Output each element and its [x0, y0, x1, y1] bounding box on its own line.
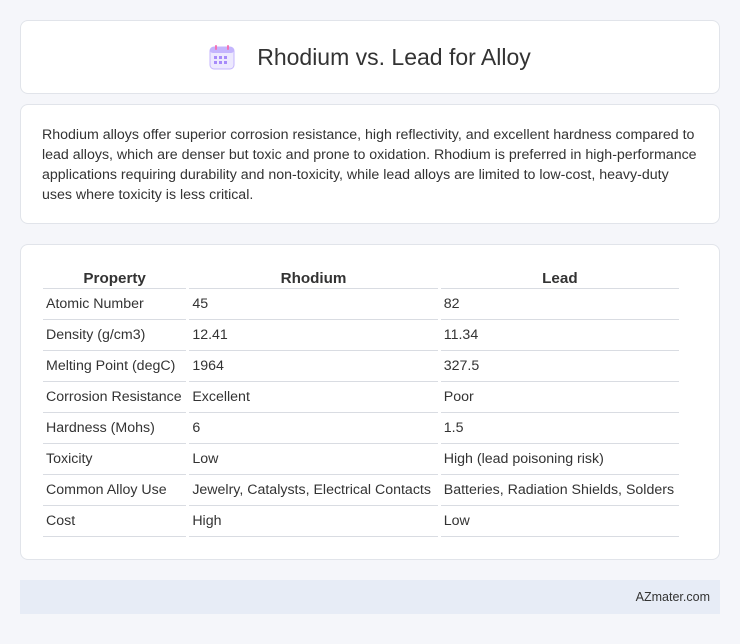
table-cell: Low — [440, 506, 679, 537]
header-property: Property — [43, 263, 187, 289]
summary-text: Rhodium alloys offer superior corrosion … — [42, 127, 697, 203]
table-row: Density (g/cm3) 12.41 11.34 — [43, 320, 679, 351]
table-cell: 6 — [189, 413, 438, 444]
table-header-row: Property Rhodium Lead — [43, 263, 679, 289]
table-cell: Melting Point (degC) — [43, 351, 187, 382]
table-cell: High — [189, 506, 438, 537]
table-cell: Hardness (Mohs) — [43, 413, 187, 444]
table-cell: Toxicity — [43, 444, 187, 475]
table-row: Cost High Low — [43, 506, 679, 537]
header-lead: Lead — [440, 263, 679, 289]
table-cell: Cost — [43, 506, 187, 537]
table-cell: Atomic Number — [43, 289, 187, 320]
table-row: Melting Point (degC) 1964 327.5 — [43, 351, 679, 382]
table-row: Common Alloy Use Jewelry, Catalysts, Ele… — [43, 475, 679, 506]
table-row: Corrosion Resistance Excellent Poor — [43, 382, 679, 413]
calendar-icon — [209, 44, 235, 70]
table-row: Atomic Number 45 82 — [43, 289, 679, 320]
table-cell: Poor — [440, 382, 679, 413]
table-cell: Low — [189, 444, 438, 475]
page-title: Rhodium vs. Lead for Alloy — [257, 43, 531, 70]
table-cell: 1.5 — [440, 413, 679, 444]
table-cell: 82 — [440, 289, 679, 320]
table-cell: 1964 — [189, 351, 438, 382]
table-cell: 45 — [189, 289, 438, 320]
comparison-table-card: Property Rhodium Lead Atomic Number 45 8… — [20, 244, 720, 560]
header-card: Rhodium vs. Lead for Alloy — [20, 20, 720, 94]
table-cell: 11.34 — [440, 320, 679, 351]
table-cell: Jewelry, Catalysts, Electrical Contacts — [189, 475, 438, 506]
header-rhodium: Rhodium — [189, 263, 438, 289]
footer-bar: AZmater.com — [20, 580, 720, 614]
table-row: Toxicity Low High (lead poisoning risk) — [43, 444, 679, 475]
table-cell: 12.41 — [189, 320, 438, 351]
footer-site-link[interactable]: AZmater.com — [636, 590, 710, 604]
table-cell: Corrosion Resistance — [43, 382, 187, 413]
summary-card: Rhodium alloys offer superior corrosion … — [20, 104, 720, 224]
table-cell: Common Alloy Use — [43, 475, 187, 506]
table-cell: Excellent — [189, 382, 438, 413]
table-cell: 327.5 — [440, 351, 679, 382]
table-cell: Density (g/cm3) — [43, 320, 187, 351]
comparison-table: Property Rhodium Lead Atomic Number 45 8… — [40, 263, 682, 537]
table-row: Hardness (Mohs) 6 1.5 — [43, 413, 679, 444]
table-cell: High (lead poisoning risk) — [440, 444, 679, 475]
table-cell: Batteries, Radiation Shields, Solders — [440, 475, 679, 506]
